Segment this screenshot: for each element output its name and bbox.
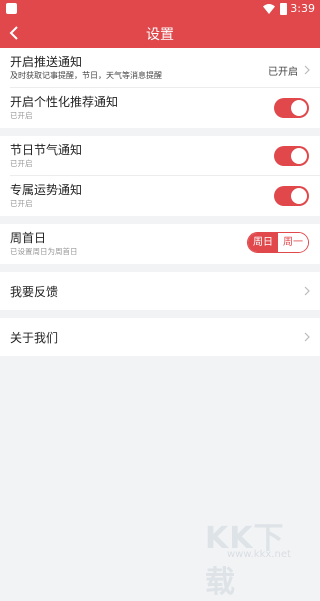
week-start-label: 周首日 [10, 231, 47, 245]
notification-icon [6, 3, 17, 14]
status-bar: 3:39 [0, 0, 320, 18]
week-start-desc: 已设置周日为周首日 [10, 247, 78, 256]
about-label: 关于我们 [10, 331, 59, 345]
personalized-notification-label: 开启个性化推荐通知 [10, 95, 119, 109]
push-notification-status: 已开启 [268, 67, 298, 78]
personalized-notification-toggle[interactable] [274, 98, 309, 118]
watermark-url: www.kkx.net [227, 549, 291, 560]
fortune-notification-row: 专属运势通知 已开启 [0, 176, 320, 216]
feedback-row[interactable]: 我要反馈 [0, 272, 320, 310]
week-start-sunday-option[interactable]: 周日 [248, 233, 278, 252]
chevron-right-icon [304, 332, 310, 342]
week-start-segmented-control: 周日 周一 [247, 232, 309, 253]
week-start-monday-option[interactable]: 周一 [278, 233, 308, 252]
status-time: 3:39 [290, 2, 315, 15]
toggle-knob [291, 188, 307, 204]
push-notification-desc: 及时获取记事提醒，节日，天气等消息提醒 [10, 71, 162, 80]
toggle-knob [291, 148, 307, 164]
fortune-notification-label: 专属运势通知 [10, 183, 83, 197]
festival-notification-status: 已开启 [10, 159, 33, 168]
fortune-notification-toggle[interactable] [274, 186, 309, 206]
battery-icon [280, 3, 287, 15]
toggle-knob [291, 100, 307, 116]
festival-notification-label: 节日节气通知 [10, 143, 83, 157]
chevron-right-icon [304, 286, 310, 296]
push-notification-label: 开启推送通知 [10, 55, 83, 69]
watermark: KK下载 www.kkx.net [205, 513, 315, 600]
personalized-notification-status: 已开启 [10, 111, 33, 120]
festival-notification-toggle[interactable] [274, 146, 309, 166]
fortune-notification-status: 已开启 [10, 199, 33, 208]
feedback-label: 我要反馈 [10, 285, 59, 299]
push-notification-row[interactable]: 开启推送通知 及时获取记事提醒，节日，天气等消息提醒 已开启 [0, 48, 320, 88]
settings-list: 开启推送通知 及时获取记事提醒，节日，天气等消息提醒 已开启 开启个性化推荐通知… [0, 48, 320, 356]
about-row[interactable]: 关于我们 [0, 318, 320, 356]
festival-notification-row: 节日节气通知 已开启 [0, 136, 320, 176]
page-title: 设置 [146, 27, 174, 43]
chevron-right-icon [304, 65, 310, 75]
wifi-icon [263, 4, 275, 14]
week-start-row: 周首日 已设置周日为周首日 周日 周一 [0, 224, 320, 264]
personalized-notification-row: 开启个性化推荐通知 已开启 [0, 88, 320, 128]
app-bar: 设置 [0, 18, 320, 48]
